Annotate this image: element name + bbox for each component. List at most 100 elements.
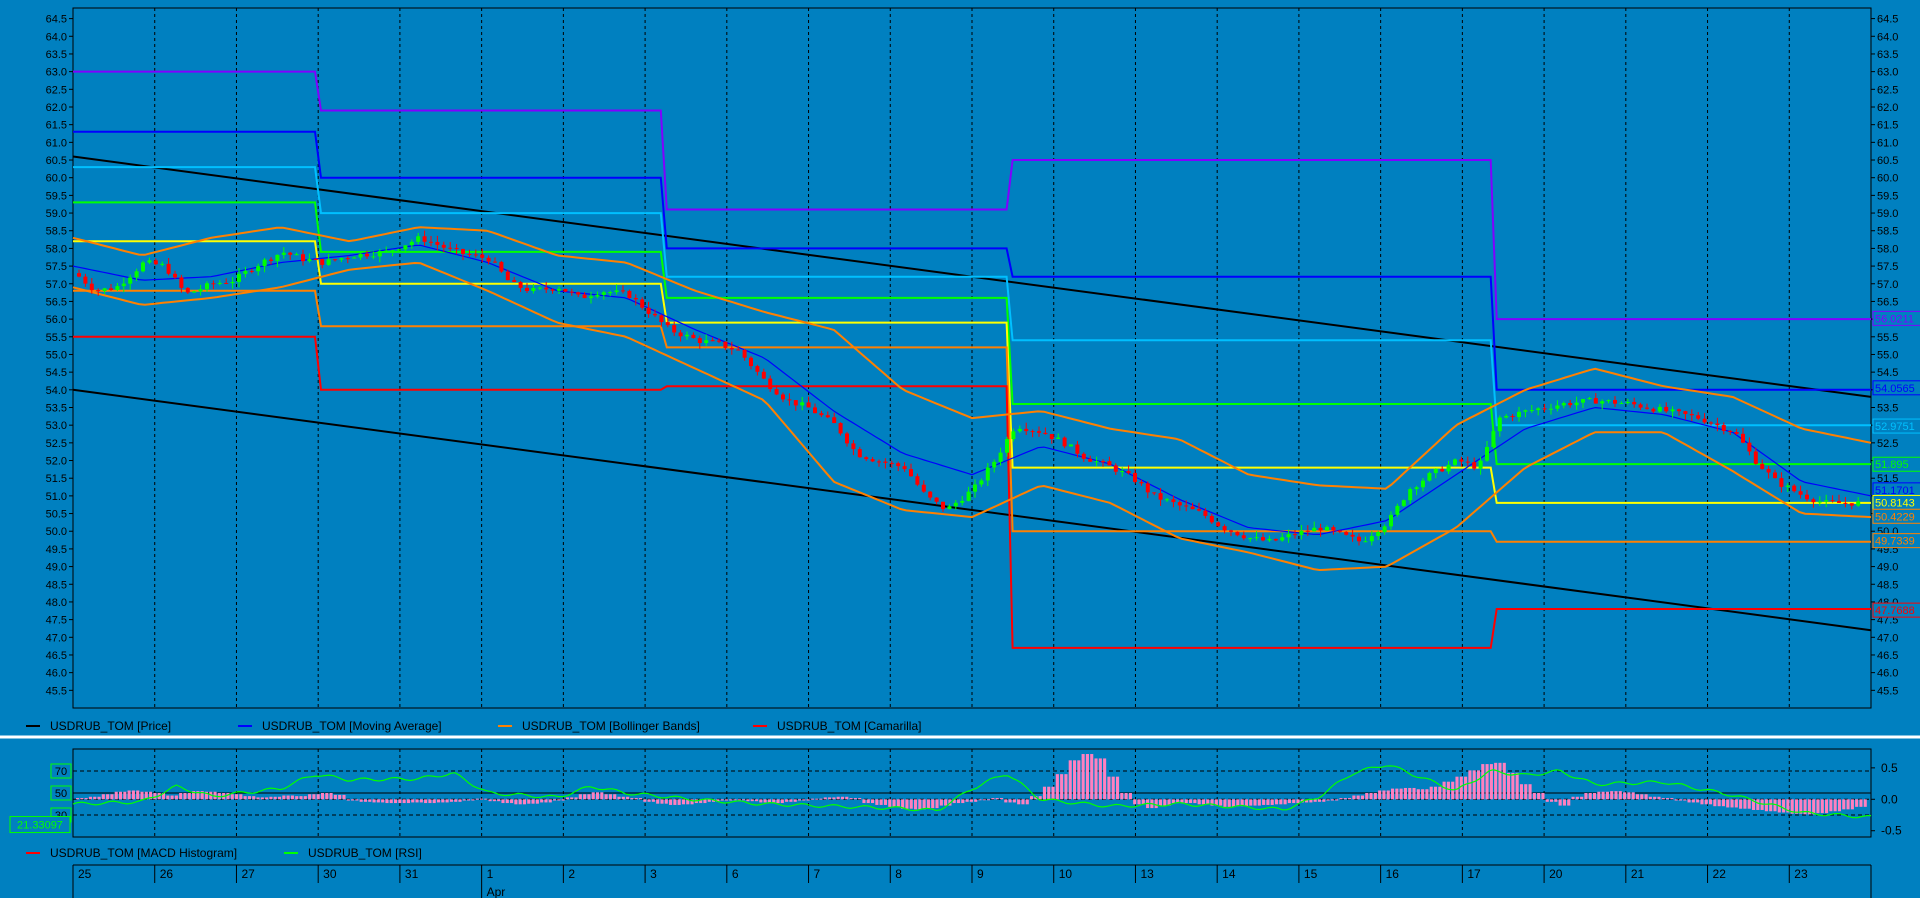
macd-bar bbox=[1666, 798, 1670, 800]
macd-bar bbox=[621, 796, 625, 800]
macd-bar bbox=[1051, 786, 1055, 800]
candle-body bbox=[1523, 410, 1528, 412]
candle-body bbox=[1344, 531, 1349, 535]
candle-body bbox=[749, 357, 753, 367]
candle-body bbox=[1593, 398, 1598, 404]
macd-bar bbox=[93, 796, 97, 800]
macd-bar bbox=[1575, 796, 1579, 800]
macd-bar bbox=[1292, 799, 1296, 804]
candle-body bbox=[288, 252, 293, 255]
macd-bar bbox=[432, 799, 436, 804]
macd-bar bbox=[1734, 799, 1738, 808]
macd-bar bbox=[1580, 796, 1584, 800]
macd-bar bbox=[553, 799, 557, 801]
macd-bar bbox=[1124, 793, 1128, 800]
candle-body bbox=[1101, 461, 1105, 463]
candle-body bbox=[237, 273, 241, 282]
macd-bar bbox=[1266, 799, 1270, 805]
candle-body bbox=[813, 407, 817, 414]
candle-body bbox=[1619, 403, 1624, 405]
macd-bar bbox=[819, 798, 823, 800]
macd-bar bbox=[926, 799, 930, 809]
macd-bar bbox=[1219, 799, 1223, 806]
macd-bar bbox=[1262, 799, 1266, 805]
price-tick-label-left: 57.5 bbox=[46, 261, 67, 273]
candle-body bbox=[352, 257, 357, 259]
macd-bar bbox=[1365, 793, 1369, 800]
macd-bar bbox=[1472, 770, 1476, 800]
macd-bar bbox=[1519, 784, 1524, 800]
candle-body bbox=[1561, 402, 1566, 406]
price-tick-label-left: 58.5 bbox=[46, 226, 67, 238]
candle-body bbox=[781, 394, 785, 400]
macd-bar bbox=[845, 796, 849, 800]
candle-body bbox=[1235, 531, 1240, 536]
candle-body bbox=[1517, 411, 1521, 418]
macd-bar bbox=[454, 799, 458, 802]
candle-body bbox=[473, 254, 478, 256]
macd-bar bbox=[1820, 799, 1824, 814]
macd-bar bbox=[892, 799, 896, 807]
candle-body bbox=[1139, 481, 1144, 484]
macd-bar bbox=[1661, 798, 1665, 800]
candle-body bbox=[832, 417, 837, 424]
macd-bar bbox=[1726, 799, 1730, 808]
candle-body bbox=[1843, 502, 1848, 504]
candle-body bbox=[1709, 422, 1713, 424]
macd-bar bbox=[1644, 794, 1648, 800]
macd-bar bbox=[544, 799, 548, 803]
candle-body bbox=[627, 290, 632, 298]
candle-body bbox=[653, 313, 657, 316]
macd-bar bbox=[445, 799, 449, 803]
macd-bar bbox=[1859, 799, 1863, 807]
price-tick-label-right: 55.5 bbox=[1877, 332, 1898, 344]
price-label-text: 50.4229 bbox=[1875, 511, 1915, 523]
macd-bar bbox=[1064, 774, 1068, 800]
macd-bar bbox=[789, 799, 793, 802]
macd-bar bbox=[999, 798, 1004, 800]
candle-body bbox=[166, 263, 171, 274]
macd-bar bbox=[974, 799, 978, 802]
candle-body bbox=[1625, 401, 1630, 404]
date-tick-label: 16 bbox=[1386, 867, 1400, 881]
macd-bar bbox=[733, 799, 737, 801]
candle-body bbox=[525, 287, 529, 292]
candle-body bbox=[589, 296, 593, 299]
candle-body bbox=[1107, 461, 1112, 466]
macd-bar bbox=[1837, 799, 1842, 812]
candle-body bbox=[896, 463, 901, 467]
price-tick-label-right: 47.0 bbox=[1877, 632, 1898, 644]
candle-body bbox=[717, 340, 721, 342]
price-tick-label-right: 61.0 bbox=[1877, 137, 1898, 149]
macd-bar bbox=[961, 799, 965, 804]
candle-body bbox=[902, 466, 907, 470]
macd-bar bbox=[402, 799, 406, 804]
macd-bar bbox=[1756, 799, 1760, 810]
candle-body bbox=[851, 443, 856, 450]
candle-body bbox=[1062, 437, 1067, 447]
macd-bar bbox=[1592, 793, 1597, 800]
macd-bar bbox=[1378, 790, 1382, 800]
macd-bar bbox=[295, 796, 299, 800]
macd-bar bbox=[140, 791, 144, 800]
macd-bar bbox=[1846, 799, 1850, 810]
candle-body bbox=[185, 287, 190, 293]
macd-bar bbox=[1648, 796, 1652, 800]
candle-body bbox=[307, 259, 312, 262]
macd-bar bbox=[1201, 799, 1206, 805]
rsi-current-value: 21.33097 bbox=[17, 820, 63, 832]
macd-bar bbox=[1558, 799, 1562, 806]
macd-bar bbox=[1511, 772, 1515, 800]
candle-body bbox=[294, 254, 299, 256]
macd-bar bbox=[1623, 792, 1627, 800]
macd-bar bbox=[832, 797, 836, 800]
macd-bar bbox=[1438, 786, 1442, 800]
price-tick-label-left: 46.5 bbox=[46, 650, 67, 662]
legend-label: USDRUB_TOM [Camarilla] bbox=[777, 719, 921, 733]
macd-bar bbox=[1842, 799, 1846, 810]
macd-bar bbox=[518, 799, 522, 805]
macd-bar bbox=[720, 799, 724, 801]
candle-body bbox=[128, 277, 133, 284]
candle-body bbox=[397, 249, 401, 251]
date-tick-label: 31 bbox=[405, 867, 419, 881]
